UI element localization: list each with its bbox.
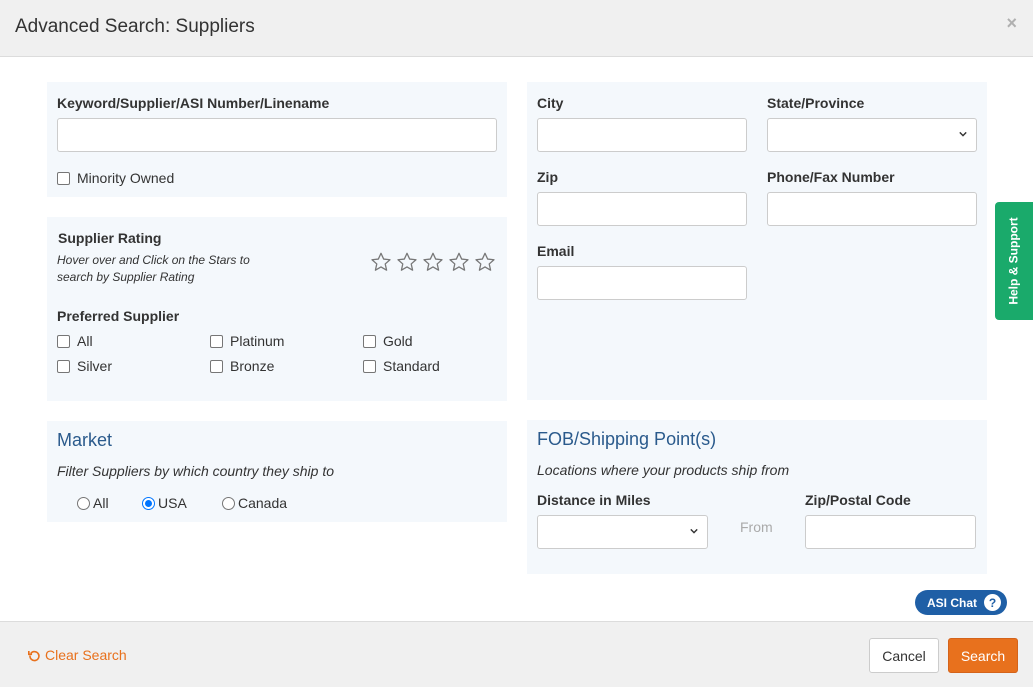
preferred-standard-checkbox[interactable]: Standard	[363, 358, 440, 374]
star-icon[interactable]	[370, 251, 392, 273]
distance-label: Distance in Miles	[537, 492, 651, 508]
asi-chat-button[interactable]: ASI Chat ?	[915, 590, 1007, 615]
state-select[interactable]	[767, 118, 977, 152]
dialog-header: Advanced Search: Suppliers ×	[0, 0, 1033, 57]
rating-panel: Supplier Rating Hover over and Click on …	[47, 217, 507, 401]
checkbox-box[interactable]	[363, 359, 376, 373]
search-button[interactable]: Search	[948, 638, 1018, 673]
dialog-title: Advanced Search: Suppliers	[15, 16, 255, 37]
reset-icon	[28, 650, 40, 661]
keyword-panel: Keyword/Supplier/ASI Number/Linename Min…	[47, 82, 507, 197]
checkbox-label: Bronze	[230, 358, 275, 374]
checkbox-label: Gold	[383, 333, 413, 349]
preferred-silver-checkbox[interactable]: Silver	[57, 358, 112, 374]
radio-dot[interactable]	[222, 496, 235, 510]
location-panel: City State/Province Zip Phone/Fax Number…	[527, 82, 987, 400]
star-rating[interactable]	[370, 251, 496, 273]
question-icon: ?	[984, 594, 1001, 611]
help-support-tab[interactable]: Help & Support	[995, 202, 1033, 320]
preferred-gold-checkbox[interactable]: Gold	[363, 333, 413, 349]
email-label: Email	[537, 243, 575, 259]
postal-code-input[interactable]	[805, 515, 976, 549]
market-hint: Filter Suppliers by which country they s…	[57, 463, 335, 479]
preferred-supplier-label: Preferred Supplier	[57, 308, 180, 324]
market-usa-radio[interactable]: USA	[142, 495, 187, 511]
checkbox-label: Platinum	[230, 333, 285, 349]
preferred-all-checkbox[interactable]: All	[57, 333, 93, 349]
market-panel: Market Filter Suppliers by which country…	[47, 421, 507, 522]
zip-label: Zip	[537, 169, 558, 185]
rating-hint-line1: Hover over and Click on the Stars to	[57, 253, 250, 267]
checkbox-box[interactable]	[210, 334, 223, 348]
checkbox-box[interactable]	[57, 334, 70, 348]
supplier-rating-label: Supplier Rating	[58, 230, 162, 246]
market-canada-radio[interactable]: Canada	[222, 495, 287, 511]
checkbox-box[interactable]	[57, 359, 70, 373]
distance-select[interactable]	[537, 515, 708, 549]
clear-search-link[interactable]: Clear Search	[28, 647, 127, 663]
checkbox-label: All	[77, 333, 93, 349]
star-icon[interactable]	[422, 251, 444, 273]
minority-owned-label: Minority Owned	[77, 170, 175, 186]
checkbox-box[interactable]	[363, 334, 376, 348]
chevron-down-icon	[959, 131, 967, 137]
cancel-button[interactable]: Cancel	[869, 638, 939, 673]
star-icon[interactable]	[474, 251, 496, 273]
from-label: From	[740, 519, 773, 535]
checkbox-label: Standard	[383, 358, 440, 374]
close-icon[interactable]: ×	[1006, 13, 1017, 34]
postal-code-label: Zip/Postal Code	[805, 492, 911, 508]
fob-panel: FOB/Shipping Point(s) Locations where yo…	[527, 420, 987, 574]
radio-label: Canada	[238, 495, 288, 511]
minority-owned-box[interactable]	[57, 171, 70, 185]
radio-dot[interactable]	[142, 496, 155, 510]
rating-hint-line2: search by Supplier Rating	[57, 270, 195, 284]
help-support-label: Help & Support	[1007, 217, 1022, 305]
radio-label: USA	[158, 495, 187, 511]
minority-owned-checkbox[interactable]: Minority Owned	[57, 170, 174, 186]
checkbox-label: Silver	[77, 358, 113, 374]
phone-input[interactable]	[767, 192, 977, 226]
asi-chat-label: ASI Chat	[927, 595, 978, 610]
keyword-label: Keyword/Supplier/ASI Number/Linename	[57, 95, 330, 111]
dialog-footer: Clear Search Cancel Search	[0, 621, 1033, 687]
zip-input[interactable]	[537, 192, 747, 226]
star-icon[interactable]	[396, 251, 418, 273]
city-label: City	[537, 95, 564, 111]
preferred-bronze-checkbox[interactable]: Bronze	[210, 358, 274, 374]
fob-title: FOB/Shipping Point(s)	[537, 429, 717, 449]
fob-hint: Locations where your products ship from	[537, 462, 790, 478]
clear-search-label: Clear Search	[45, 647, 127, 663]
checkbox-box[interactable]	[210, 359, 223, 373]
preferred-platinum-checkbox[interactable]: Platinum	[210, 333, 284, 349]
star-icon[interactable]	[448, 251, 470, 273]
keyword-input[interactable]	[57, 118, 497, 152]
email-input[interactable]	[537, 266, 747, 300]
state-label: State/Province	[767, 95, 865, 111]
radio-dot[interactable]	[77, 496, 90, 510]
market-all-radio[interactable]: All	[77, 495, 109, 511]
chevron-down-icon	[690, 528, 698, 534]
market-title: Market	[57, 430, 113, 450]
radio-label: All	[93, 495, 109, 511]
phone-label: Phone/Fax Number	[767, 169, 895, 185]
city-input[interactable]	[537, 118, 747, 152]
